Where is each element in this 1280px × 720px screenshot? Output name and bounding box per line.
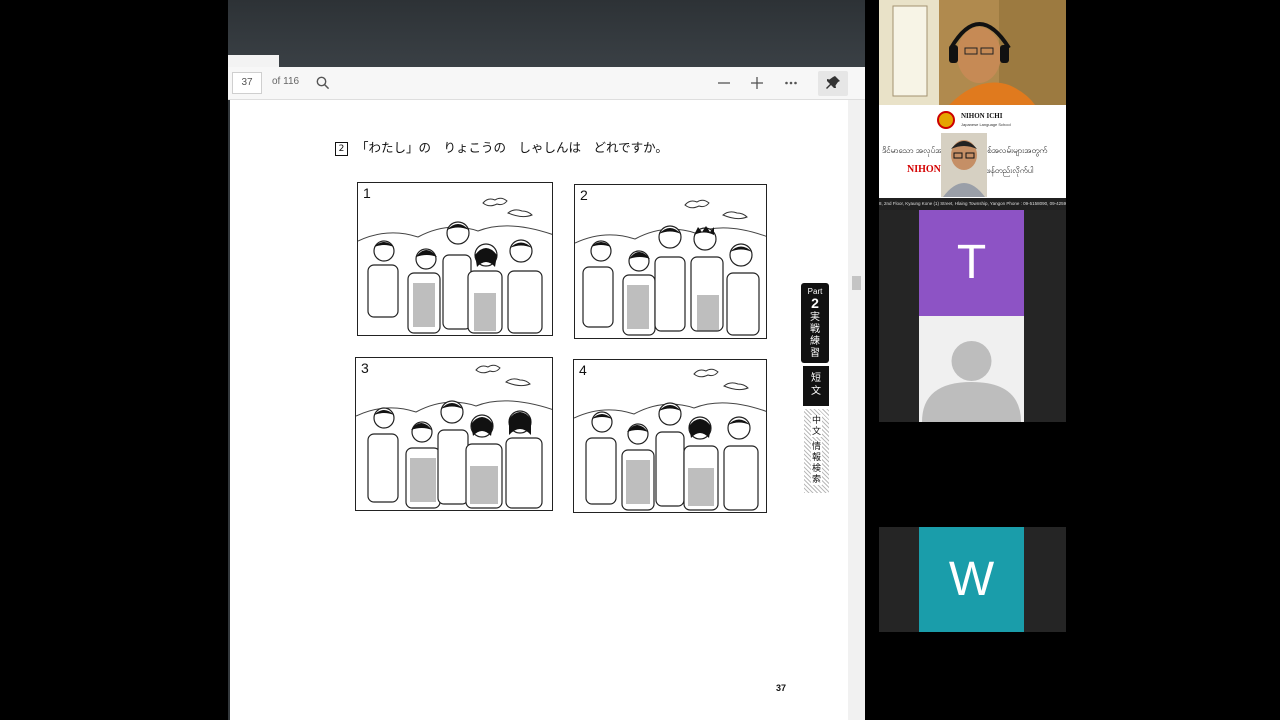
tab-stub: [228, 55, 279, 67]
participant-avatar-w: W: [919, 527, 1024, 632]
banner-address: 8, 2nd Floor, Kyaung Kone (1) Street, Hl…: [879, 198, 1066, 210]
page-number-input[interactable]: 37: [232, 72, 262, 94]
section-title: 実戦練習: [810, 312, 820, 359]
group-photo-illustration: [358, 197, 552, 334]
viewer-toolbar: 37 of 116: [228, 67, 865, 100]
participant-video-tile[interactable]: [879, 0, 1066, 105]
group-photo-illustration: [575, 199, 766, 336]
webcam-video: [879, 0, 1066, 105]
question-label: 「わたし」の りょこうの しゃしんは どれですか。: [356, 140, 668, 155]
picture-option-2[interactable]: 2: [574, 184, 767, 339]
participant-tile-t[interactable]: T: [879, 210, 1066, 316]
school-logo: [937, 111, 955, 129]
question-number: 2: [335, 141, 348, 156]
zoom-out-icon[interactable]: [713, 72, 735, 94]
document-page: 2 「わたし」の りょこうの しゃしんは どれですか。 1 2 3 4 Part…: [230, 100, 848, 720]
pin-icon[interactable]: [818, 71, 848, 96]
page-count: of 116: [272, 76, 300, 87]
scrollbar-thumb[interactable]: [852, 276, 861, 290]
default-user-icon: [919, 316, 1024, 422]
picture-option-1[interactable]: 1: [357, 182, 553, 336]
picture-option-4[interactable]: 4: [573, 359, 767, 513]
short-text-label: 短文: [811, 373, 821, 397]
short-text-tab: 短文: [803, 366, 829, 406]
scrollbar[interactable]: [848, 100, 865, 720]
participant-panel: NIHON ICHI Japanese Language School ဒိင်…: [879, 0, 1066, 720]
picture-number: 3: [361, 360, 369, 376]
mid-text-label: 中文: [811, 415, 822, 437]
viewer-top-area: [228, 0, 865, 67]
banner-tagline-2: ဖန်တည်းလိုက်ပါ: [986, 166, 1034, 175]
part-tab: Part 2 実戦練習: [801, 283, 829, 363]
group-photo-illustration: [574, 368, 766, 511]
part-number: 2: [811, 295, 819, 311]
more-icon[interactable]: [780, 72, 802, 94]
pdf-viewer: 37 of 116 2 「わたし」の りょこうの しゃしんは どれですか。 1: [228, 0, 865, 720]
participant-avatar-t: T: [919, 210, 1024, 316]
participant-tile-w[interactable]: W: [879, 527, 1066, 632]
picture-number: 2: [580, 187, 588, 203]
zoom-in-icon[interactable]: [746, 72, 768, 94]
group-photo-illustration: [356, 364, 552, 509]
participant-tile-user[interactable]: [879, 316, 1066, 422]
school-subtitle: Japanese Language School: [961, 122, 1011, 127]
question-text: 2 「わたし」の りょこうの しゃしんは どれですか。: [335, 137, 668, 156]
search-text-label: 情報検索: [811, 441, 822, 485]
search-icon[interactable]: [312, 72, 334, 94]
school-name: NIHON ICHI: [961, 112, 1003, 120]
school-banner-tile: NIHON ICHI Japanese Language School ဒိင်…: [879, 105, 1066, 210]
presenter-video-inset: [941, 133, 987, 197]
picture-number: 1: [363, 185, 371, 201]
picture-option-3[interactable]: 3: [355, 357, 553, 511]
search-tab: 中文 情報検索: [804, 409, 829, 493]
picture-number: 4: [579, 362, 587, 378]
document-page-number: 37: [776, 683, 787, 693]
